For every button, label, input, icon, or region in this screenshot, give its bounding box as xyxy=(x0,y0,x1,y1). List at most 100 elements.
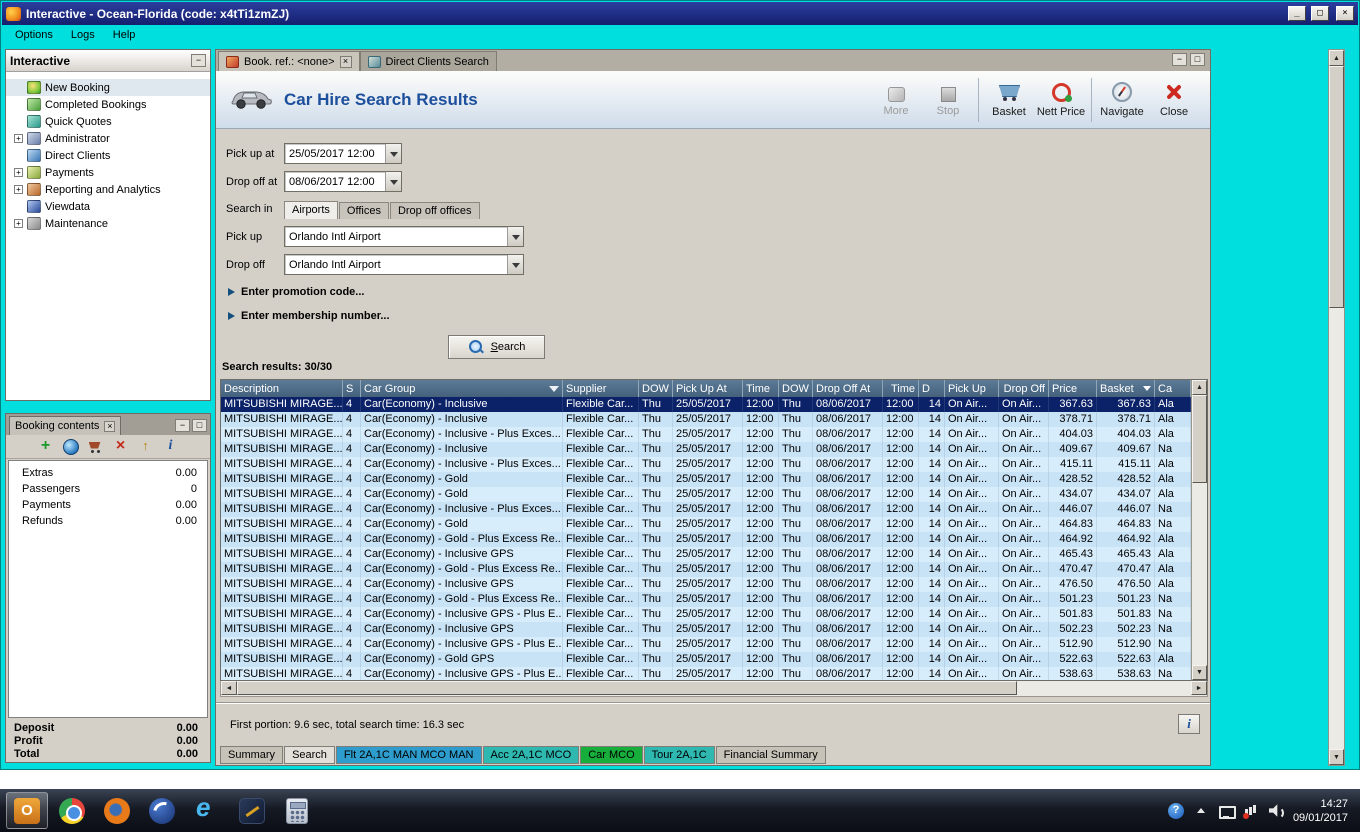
tree-item[interactable]: + New Booking xyxy=(6,79,210,96)
dropoff-location-select[interactable]: Orlando Intl Airport xyxy=(284,254,524,275)
table-row[interactable]: MITSUBISHI MIRAGE... 4 Car(Economy) - In… xyxy=(221,637,1191,652)
table-horizontal-scrollbar[interactable]: ◄ ► xyxy=(220,681,1208,697)
tree-item[interactable]: + Direct Clients xyxy=(6,147,210,164)
toolbar-button[interactable]: Stop xyxy=(922,75,974,125)
column-header[interactable]: Drop Off xyxy=(999,380,1049,397)
collapse-panel-button[interactable]: − xyxy=(191,54,206,67)
tree-item[interactable]: + Completed Bookings xyxy=(6,96,210,113)
column-header[interactable]: Ca xyxy=(1155,380,1191,397)
tree-item[interactable]: + Quick Quotes xyxy=(6,113,210,130)
panel-maximize-button[interactable]: □ xyxy=(1190,53,1205,66)
booking-toolbar-icon[interactable] xyxy=(63,439,79,455)
booking-contents-row[interactable]: Payments 0.00 xyxy=(9,497,207,513)
tray-icon[interactable] xyxy=(1218,803,1234,819)
tray-icon[interactable] xyxy=(1193,803,1209,819)
toolbar-button[interactable]: Nett Price xyxy=(1035,75,1087,125)
table-row[interactable]: MITSUBISHI MIRAGE... 4 Car(Economy) - Go… xyxy=(221,652,1191,667)
pickup-location-select[interactable]: Orlando Intl Airport xyxy=(284,226,524,247)
tree-item[interactable]: + Reporting and Analytics xyxy=(6,181,210,198)
table-row[interactable]: MITSUBISHI MIRAGE... 4 Car(Economy) - Go… xyxy=(221,562,1191,577)
close-tab-icon[interactable]: × xyxy=(104,421,115,432)
taskbar-app-button[interactable] xyxy=(231,792,273,829)
column-header[interactable]: Pick Up xyxy=(945,380,999,397)
bottom-tab[interactable]: Car MCO xyxy=(580,746,642,764)
filter-icon[interactable] xyxy=(549,386,559,392)
tree-item[interactable]: + Viewdata xyxy=(6,198,210,215)
bottom-tab[interactable]: Financial Summary xyxy=(716,746,826,764)
table-row[interactable]: MITSUBISHI MIRAGE... 4 Car(Economy) - Go… xyxy=(221,592,1191,607)
menu-item[interactable]: Logs xyxy=(62,26,104,44)
column-header[interactable]: S xyxy=(343,380,361,397)
booking-contents-row[interactable]: Refunds 0.00 xyxy=(9,513,207,529)
scrollbar-thumb[interactable] xyxy=(1329,66,1344,308)
table-row[interactable]: MITSUBISHI MIRAGE... 4 Car(Economy) - In… xyxy=(221,442,1191,457)
booking-toolbar-icon[interactable] xyxy=(138,439,154,455)
close-button[interactable]: × xyxy=(1336,6,1354,21)
table-row[interactable]: MITSUBISHI MIRAGE... 4 Car(Economy) - In… xyxy=(221,667,1191,680)
scroll-down-button[interactable]: ▼ xyxy=(1329,749,1344,765)
maximize-button[interactable]: □ xyxy=(1311,6,1329,21)
scroll-right-button[interactable]: ► xyxy=(1191,681,1207,695)
bottom-tab[interactable]: Acc 2A,1C MCO xyxy=(483,746,580,764)
tray-icon[interactable] xyxy=(1268,803,1284,819)
column-header[interactable]: Drop Off At xyxy=(813,380,883,397)
column-header[interactable]: Car Group xyxy=(361,380,563,397)
dropdown-arrow-icon[interactable] xyxy=(507,255,523,274)
scroll-up-button[interactable]: ▲ xyxy=(1329,50,1344,66)
close-tab-icon[interactable]: × xyxy=(340,56,352,68)
menu-item[interactable]: Options xyxy=(6,26,62,44)
taskbar-app-button[interactable] xyxy=(6,792,48,829)
minimize-panel-button[interactable]: − xyxy=(175,419,190,432)
column-header[interactable]: Price xyxy=(1049,380,1097,397)
column-header[interactable]: DOW xyxy=(779,380,813,397)
dropoff-at-input[interactable]: 08/06/2017 12:00 xyxy=(284,171,402,192)
pickup-at-input[interactable]: 25/05/2017 12:00 xyxy=(284,143,402,164)
booking-contents-tab[interactable]: Booking contents × xyxy=(9,416,121,435)
booking-contents-row[interactable]: Extras 0.00 xyxy=(9,465,207,481)
tree-item[interactable]: + Maintenance xyxy=(6,215,210,232)
table-row[interactable]: MITSUBISHI MIRAGE... 4 Car(Economy) - Go… xyxy=(221,472,1191,487)
toolbar-button[interactable]: Close xyxy=(1148,75,1200,125)
taskbar-app-button[interactable] xyxy=(51,792,93,829)
membership-number-link[interactable]: Enter membership number... xyxy=(228,309,1200,323)
column-header[interactable]: Time xyxy=(883,380,919,397)
taskbar-app-button[interactable] xyxy=(141,792,183,829)
workspace-vertical-scrollbar[interactable]: ▲ ▼ xyxy=(1328,49,1345,766)
expand-icon[interactable]: + xyxy=(14,168,23,177)
table-vertical-scrollbar[interactable]: ▲ ▼ xyxy=(1191,380,1207,680)
table-row[interactable]: MITSUBISHI MIRAGE... 4 Car(Economy) - In… xyxy=(221,502,1191,517)
scroll-up-button[interactable]: ▲ xyxy=(1192,380,1207,395)
maximize-panel-button[interactable]: □ xyxy=(192,419,207,432)
info-button[interactable]: i xyxy=(1178,714,1200,734)
table-row[interactable]: MITSUBISHI MIRAGE... 4 Car(Economy) - In… xyxy=(221,397,1191,412)
taskbar-app-button[interactable] xyxy=(276,792,318,829)
search-button[interactable]: Search xyxy=(448,335,545,359)
tree-item[interactable]: + Administrator xyxy=(6,130,210,147)
table-row[interactable]: MITSUBISHI MIRAGE... 4 Car(Economy) - In… xyxy=(221,607,1191,622)
taskbar-app-button[interactable] xyxy=(96,792,138,829)
table-row[interactable]: MITSUBISHI MIRAGE... 4 Car(Economy) - In… xyxy=(221,457,1191,472)
bottom-tab[interactable]: Search xyxy=(284,746,335,764)
booking-toolbar-icon[interactable] xyxy=(163,439,179,455)
expand-icon[interactable]: + xyxy=(14,134,23,143)
booking-toolbar-icon[interactable] xyxy=(113,439,129,455)
bottom-tab[interactable]: Tour 2A,1C xyxy=(644,746,715,764)
booking-contents-row[interactable]: Passengers 0 xyxy=(9,481,207,497)
dropdown-arrow-icon[interactable] xyxy=(507,227,523,246)
search-in-tab[interactable]: Airports xyxy=(284,201,338,219)
bottom-tab[interactable]: Summary xyxy=(220,746,283,764)
menu-item[interactable]: Help xyxy=(104,26,145,44)
table-row[interactable]: MITSUBISHI MIRAGE... 4 Car(Economy) - In… xyxy=(221,412,1191,427)
document-tab[interactable]: Direct Clients Search × xyxy=(360,51,497,71)
column-header[interactable]: D xyxy=(919,380,945,397)
minimize-button[interactable]: _ xyxy=(1288,6,1306,21)
tree-item[interactable]: + Payments xyxy=(6,164,210,181)
toolbar-button[interactable]: More xyxy=(870,75,922,125)
booking-toolbar-icon[interactable] xyxy=(88,439,104,455)
expand-icon[interactable]: + xyxy=(14,185,23,194)
scrollbar-thumb[interactable] xyxy=(237,681,1017,695)
promotion-code-link[interactable]: Enter promotion code... xyxy=(228,285,1200,299)
expand-icon[interactable]: + xyxy=(14,219,23,228)
table-row[interactable]: MITSUBISHI MIRAGE... 4 Car(Economy) - Go… xyxy=(221,517,1191,532)
search-in-tab[interactable]: Offices xyxy=(339,202,389,219)
